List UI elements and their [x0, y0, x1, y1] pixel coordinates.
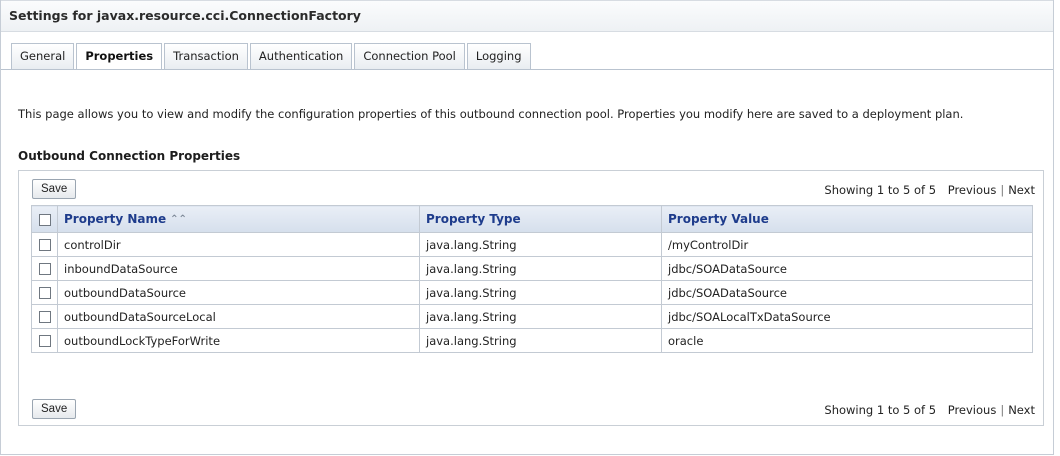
select-all-checkbox[interactable]	[38, 213, 51, 226]
tab-connection-pool[interactable]: Connection Pool	[354, 43, 465, 69]
column-header-property-type[interactable]: Property Type	[419, 205, 662, 233]
next-link[interactable]: Next	[1008, 183, 1035, 197]
row-checkbox[interactable]	[38, 311, 51, 323]
row-select-cell	[31, 304, 58, 329]
table-row: inboundDataSource java.lang.String jdbc/…	[31, 256, 1033, 281]
table-row: outboundDataSourceLocal java.lang.String…	[31, 304, 1033, 329]
column-header-label: Property Name	[64, 212, 167, 226]
properties-table: Property Name ⌃⌃ Property Type Property V…	[31, 205, 1033, 353]
page-title: Settings for javax.resource.cci.Connecti…	[1, 0, 1053, 32]
property-type-cell: java.lang.String	[419, 232, 662, 257]
row-select-cell	[31, 328, 58, 353]
section-title: Outbound Connection Properties	[18, 149, 241, 163]
table-toolbar-bottom: Save Showing 1 to 5 of 5 Previous | Next	[19, 391, 1043, 421]
table-header-row: Property Name ⌃⌃ Property Type Property V…	[31, 205, 1033, 233]
row-select-cell	[31, 232, 58, 257]
previous-link[interactable]: Previous	[948, 183, 997, 197]
row-select-cell	[31, 280, 58, 305]
property-type-cell: java.lang.String	[419, 328, 662, 353]
select-all-cell	[31, 205, 58, 233]
previous-link[interactable]: Previous	[948, 403, 997, 417]
property-value-cell: jdbc/SOADataSource	[661, 280, 1033, 305]
properties-table-container: Save Showing 1 to 5 of 5 Previous | Next P…	[18, 170, 1044, 426]
row-checkbox[interactable]	[38, 263, 51, 275]
property-type-cell: java.lang.String	[419, 256, 662, 281]
row-checkbox[interactable]	[38, 287, 51, 299]
table-row: controlDir java.lang.String /myControlDi…	[31, 232, 1033, 257]
property-value-cell: jdbc/SOALocalTxDataSource	[661, 304, 1033, 329]
property-value-cell: /myControlDir	[661, 232, 1033, 257]
save-button-top[interactable]: Save	[32, 179, 77, 199]
page-description: This page allows you to view and modify …	[18, 107, 964, 121]
property-name-cell: controlDir	[57, 232, 420, 257]
property-name-cell: outboundDataSourceLocal	[57, 304, 420, 329]
row-checkbox[interactable]	[38, 335, 51, 347]
property-value-cell: oracle	[661, 328, 1033, 353]
tab-divider	[1, 69, 1053, 70]
tab-transaction[interactable]: Transaction	[164, 43, 248, 69]
save-button-bottom[interactable]: Save	[32, 399, 77, 419]
tab-logging[interactable]: Logging	[466, 43, 531, 69]
settings-panel: Settings for javax.resource.cci.Connecti…	[0, 0, 1054, 455]
pagination-top: Showing 1 to 5 of 5 Previous | Next	[824, 183, 1035, 197]
column-header-property-name[interactable]: Property Name ⌃⌃	[57, 205, 420, 233]
pagination-separator: |	[1000, 183, 1005, 197]
property-type-cell: java.lang.String	[419, 280, 662, 305]
row-select-cell	[31, 256, 58, 281]
table-row: outboundDataSource java.lang.String jdbc…	[31, 280, 1033, 305]
table-toolbar-top: Save Showing 1 to 5 of 5 Previous | Next	[19, 171, 1043, 201]
property-name-cell: outboundDataSource	[57, 280, 420, 305]
property-name-cell: outboundLockTypeForWrite	[57, 328, 420, 353]
pagination-status: Showing 1 to 5 of 5	[824, 183, 937, 197]
property-type-cell: java.lang.String	[419, 304, 662, 329]
column-header-property-value[interactable]: Property Value	[661, 205, 1033, 233]
tab-bar: General Properties Transaction Authentic…	[11, 43, 533, 70]
sort-ascending-icon[interactable]: ⌃⌃	[170, 214, 187, 225]
property-name-cell: inboundDataSource	[57, 256, 420, 281]
tab-general[interactable]: General	[11, 43, 75, 69]
pagination-separator: |	[1000, 403, 1005, 417]
next-link[interactable]: Next	[1008, 403, 1035, 417]
property-value-cell: jdbc/SOADataSource	[661, 256, 1033, 281]
tab-properties[interactable]: Properties	[76, 43, 163, 70]
row-checkbox[interactable]	[38, 239, 51, 251]
pagination-status: Showing 1 to 5 of 5	[824, 403, 937, 417]
tab-authentication[interactable]: Authentication	[249, 43, 353, 69]
pagination-bottom: Showing 1 to 5 of 5 Previous | Next	[824, 403, 1035, 417]
table-row: outboundLockTypeForWrite java.lang.Strin…	[31, 328, 1033, 353]
